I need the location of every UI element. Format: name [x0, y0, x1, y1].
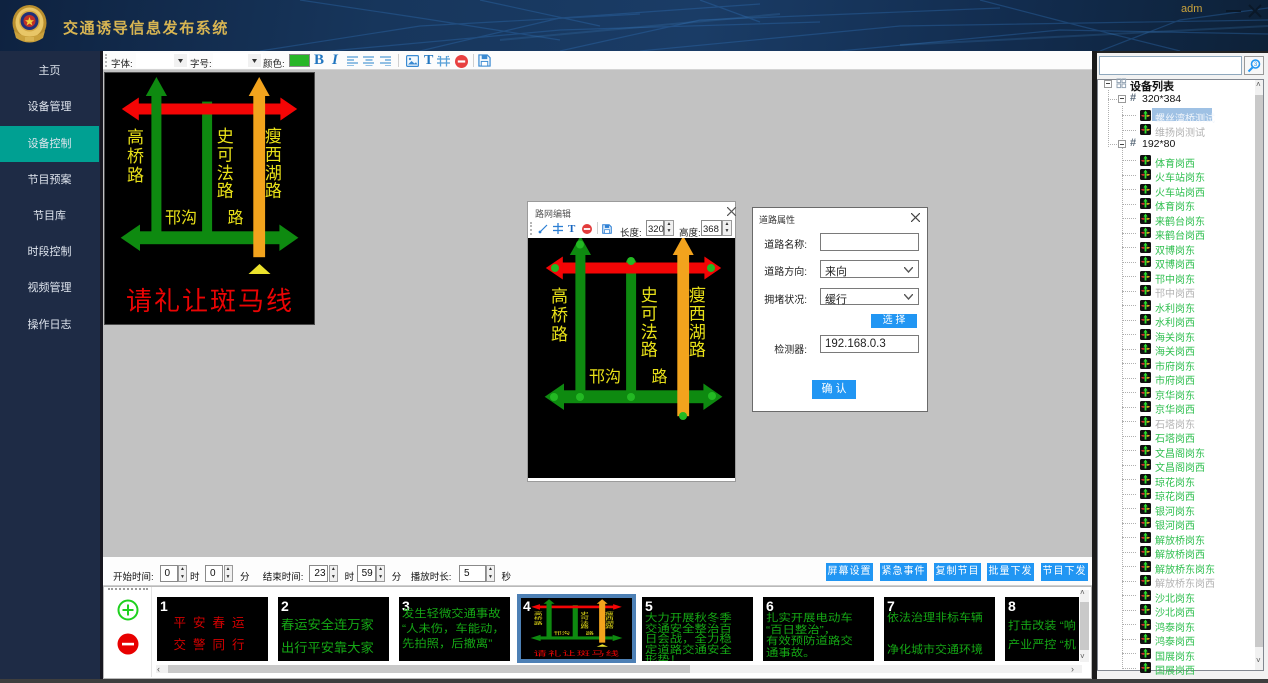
svg-text:请礼让斑马线: 请礼让斑马线: [126, 286, 294, 316]
